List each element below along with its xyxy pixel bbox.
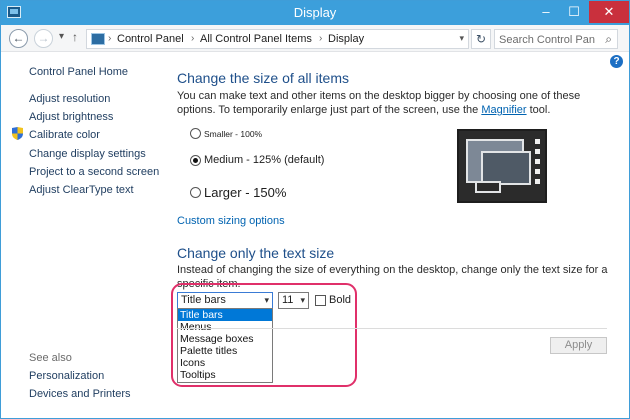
radio-smaller[interactable]: Smaller - 100%: [190, 128, 263, 140]
breadcrumb[interactable]: › Control Panel › All Control Panel Item…: [86, 29, 469, 49]
size-preview-image: [457, 129, 547, 203]
radio-larger-indicator[interactable]: [190, 187, 201, 199]
highlight-outline: [171, 283, 357, 387]
preview-front-window: [481, 151, 531, 185]
sidebar-item-adjust-cleartype[interactable]: Adjust ClearType text: [29, 184, 134, 196]
crumb-control-panel[interactable]: Control Panel: [117, 33, 184, 45]
search-input[interactable]: [499, 32, 595, 47]
see-also-devices-printers[interactable]: Devices and Printers: [29, 388, 131, 400]
up-button[interactable]: ↑: [72, 30, 78, 44]
radio-medium-indicator[interactable]: [190, 154, 201, 166]
preview-taskbar-item: [475, 181, 501, 193]
display-window: Display – ☐ ✕ ← → ▾ ↑ › Control Panel › …: [0, 0, 630, 419]
address-bar: ← → ▾ ↑ › Control Panel › All Control Pa…: [1, 25, 629, 52]
preview-charms: [535, 139, 540, 195]
custom-sizing-options-link[interactable]: Custom sizing options: [177, 215, 285, 227]
divider: [177, 328, 607, 329]
crumb-display[interactable]: Display: [328, 33, 364, 45]
breadcrumb-separator[interactable]: ›: [108, 33, 111, 44]
radio-larger[interactable]: Larger - 150%: [190, 184, 286, 200]
magnifier-link[interactable]: Magnifier: [481, 104, 526, 116]
close-button[interactable]: ✕: [589, 1, 629, 23]
radio-medium-label: Medium - 125% (default): [204, 154, 325, 167]
back-button[interactable]: ←: [9, 29, 28, 48]
sidebar-item-project-second-screen[interactable]: Project to a second screen: [29, 166, 159, 178]
see-also-personalization[interactable]: Personalization: [29, 370, 104, 382]
size-section-description: You can make text and other items on the…: [177, 89, 617, 117]
radio-medium[interactable]: Medium - 125% (default): [190, 154, 324, 166]
breadcrumb-separator[interactable]: ›: [319, 33, 322, 44]
address-dropdown-icon[interactable]: ▾: [459, 33, 464, 44]
sidebar-item-calibrate-color[interactable]: Calibrate color: [29, 129, 100, 141]
maximize-button[interactable]: ☐: [561, 1, 587, 23]
search-box[interactable]: ⌕: [494, 29, 618, 49]
sidebar-item-adjust-brightness[interactable]: Adjust brightness: [29, 111, 113, 123]
radio-smaller-label: Smaller - 100%: [204, 128, 263, 139]
see-also-label: See also: [29, 352, 72, 364]
sidebar-item-adjust-resolution[interactable]: Adjust resolution: [29, 93, 110, 105]
radio-larger-label: Larger - 150%: [204, 185, 287, 201]
sidebar-control-panel-home[interactable]: Control Panel Home: [29, 66, 128, 78]
help-icon[interactable]: ?: [610, 55, 623, 68]
description-text-end: tool.: [526, 104, 551, 116]
uac-shield-icon: [12, 127, 23, 140]
text-section-heading: Change only the text size: [177, 245, 335, 261]
forward-button[interactable]: →: [34, 29, 53, 48]
crumb-all-items[interactable]: All Control Panel Items: [200, 33, 312, 45]
size-section-heading: Change the size of all items: [177, 70, 349, 86]
apply-button[interactable]: Apply: [550, 337, 607, 354]
control-panel-icon: [91, 33, 105, 45]
recent-locations-chevron-icon[interactable]: ▾: [59, 31, 64, 42]
search-icon[interactable]: ⌕: [605, 32, 612, 47]
sidebar-item-change-display-settings[interactable]: Change display settings: [29, 148, 146, 160]
radio-smaller-indicator[interactable]: [190, 128, 201, 140]
minimize-button[interactable]: –: [533, 1, 559, 23]
breadcrumb-separator[interactable]: ›: [191, 33, 194, 44]
refresh-button[interactable]: ↻: [471, 29, 491, 49]
title-bar: Display – ☐ ✕: [1, 1, 629, 25]
